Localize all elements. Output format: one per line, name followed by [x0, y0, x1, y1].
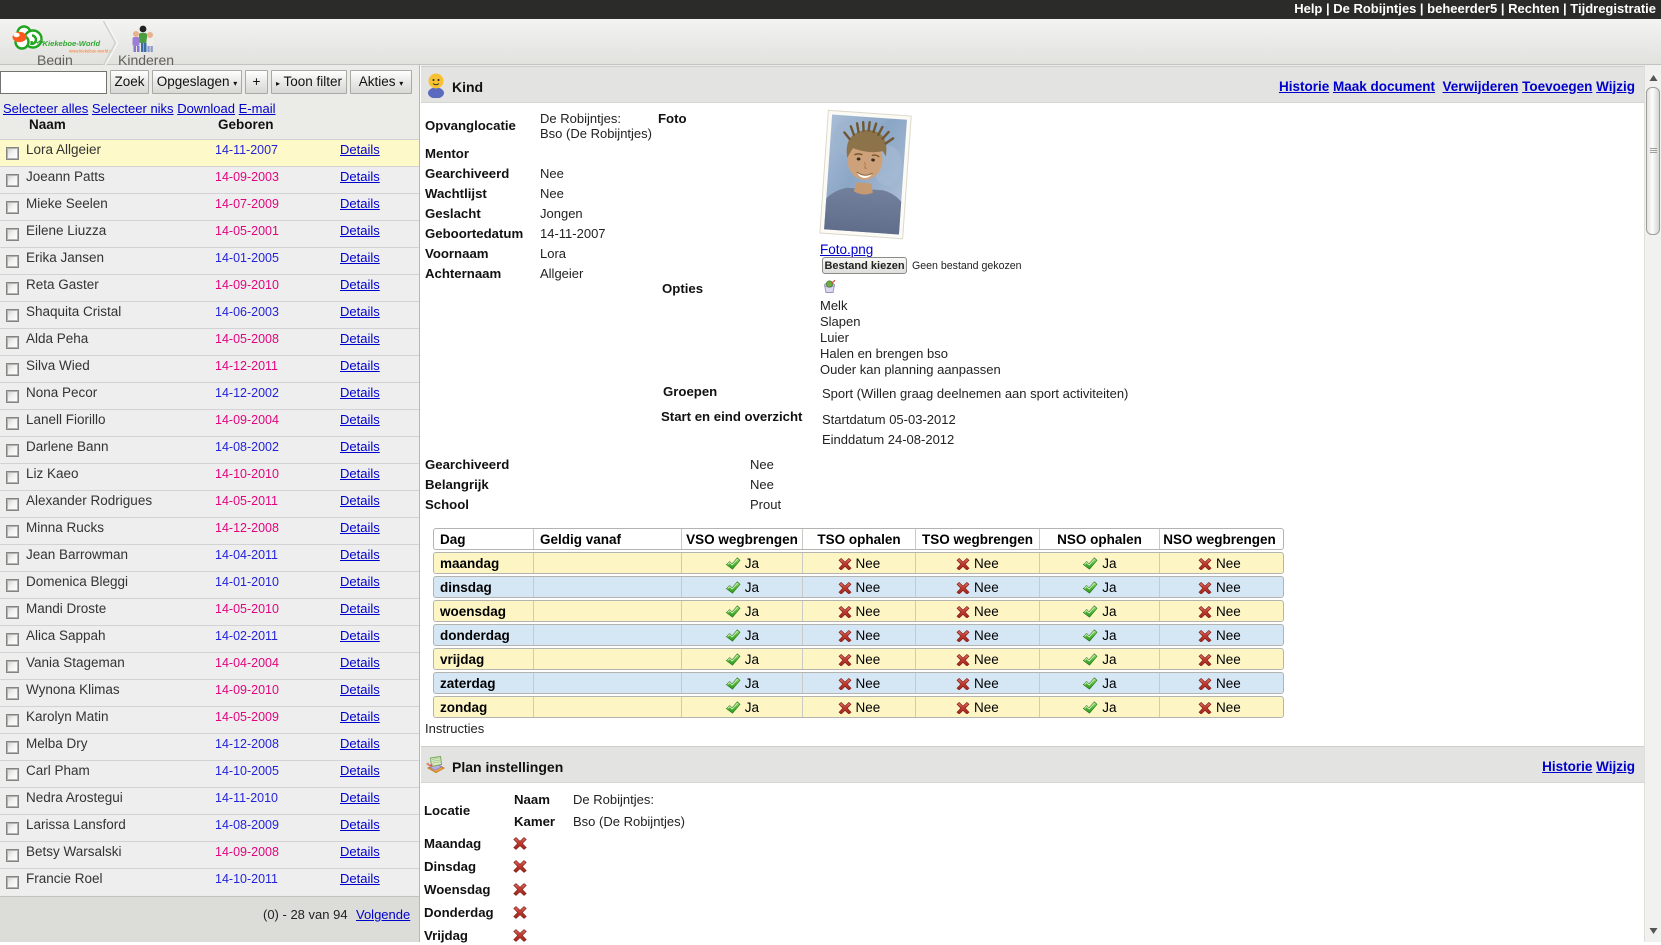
svg-text:Kiekeboe-World: Kiekeboe-World [43, 39, 101, 48]
